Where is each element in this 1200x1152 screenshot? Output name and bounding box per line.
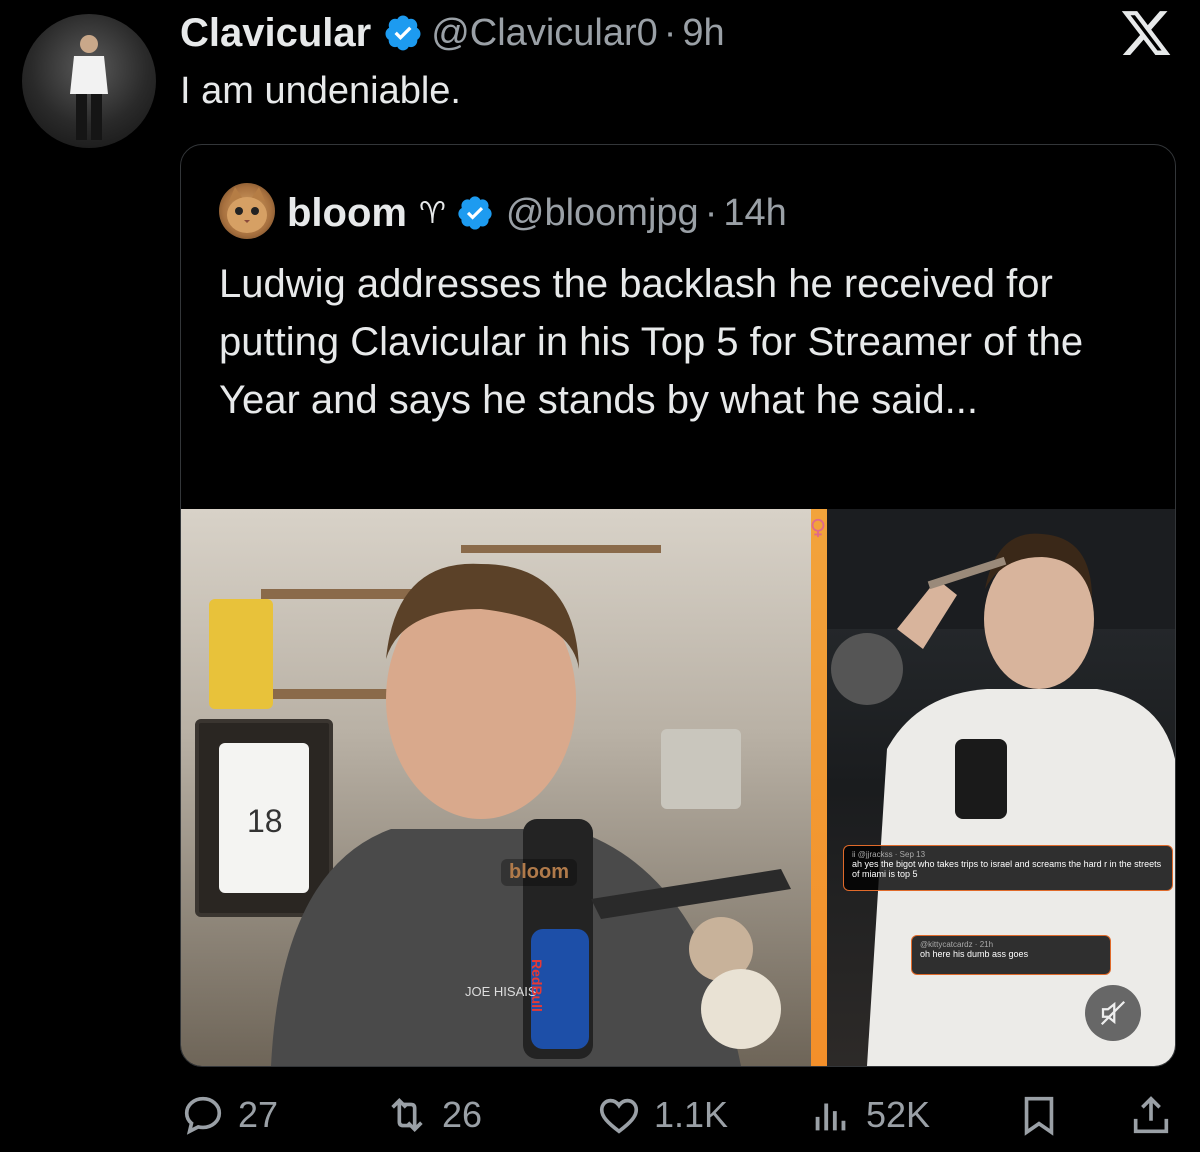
author-handle[interactable]: @Clavicular0 [431, 12, 658, 55]
views-button[interactable]: 52K [808, 1088, 930, 1142]
quoted-author-avatar[interactable] [219, 183, 275, 239]
quoted-author-display-name[interactable]: bloom [287, 191, 407, 236]
streamer-person [271, 563, 791, 1066]
share-icon [1133, 1096, 1169, 1134]
video-player[interactable]: 18 bloom JOE HISAIS RedBull ii @jjrackss… [181, 509, 1175, 1066]
mute-button[interactable] [1085, 985, 1141, 1041]
quoted-tweet-text: Ludwig addresses the backlash he receive… [219, 262, 1084, 422]
views-chart-icon [815, 1103, 846, 1131]
clavicular-video-frame: ii @jjrackss · Sep 13 ah yes the bigot w… [827, 509, 1175, 1066]
tweet-header: Clavicular @Clavicular0 · 9h [180, 8, 725, 58]
embedded-reply-card: @kittycatcardz · 21h oh here his dumb as… [911, 935, 1111, 975]
repost-button[interactable]: 26 [384, 1088, 482, 1142]
bookmark-icon [1024, 1096, 1054, 1136]
like-count: 1.1K [654, 1094, 729, 1135]
quoted-tweet-timestamp[interactable]: 14h [723, 192, 786, 235]
embedded-post-card: ii @jjrackss · Sep 13 ah yes the bigot w… [843, 845, 1173, 891]
quoted-tweet-header: bloom ♈ @bloomjpg · 14h [287, 185, 787, 241]
view-count: 52K [866, 1094, 931, 1135]
embedded-reply-text: oh here his dumb ass goes [920, 949, 1029, 959]
tweet-action-bar: 27 26 1.1K 52K [180, 1088, 1174, 1142]
tweet-text: I am undeniable. [180, 70, 461, 112]
x-logo-icon [1121, 11, 1171, 55]
split-divider [811, 509, 827, 1066]
verified-badge-icon [458, 196, 492, 230]
repost-icon [391, 1098, 423, 1132]
gender-symbol-icon [811, 518, 825, 538]
share-button[interactable] [1128, 1088, 1186, 1142]
like-button[interactable]: 1.1K [596, 1088, 728, 1142]
reply-count: 27 [238, 1094, 279, 1135]
reply-icon [184, 1096, 222, 1135]
quoted-author-handle[interactable]: @bloomjpg [506, 192, 699, 235]
tweet-timestamp[interactable]: 9h [682, 12, 724, 55]
clavicular-person [827, 509, 1175, 1066]
quoted-header-separator: · [704, 191, 718, 234]
quoted-tweet[interactable]: bloom ♈ @bloomjpg · 14h Ludwig addresses… [180, 144, 1176, 1067]
header-separator: · [663, 11, 677, 54]
cat-avatar-image [227, 187, 267, 233]
bookmark-button[interactable] [1016, 1088, 1074, 1142]
avatar-figure [70, 35, 108, 140]
shirt-text: JOE HISAIS [465, 984, 537, 999]
reply-button[interactable]: 27 [180, 1088, 278, 1142]
verified-badge-icon [385, 15, 421, 51]
aries-symbol-icon: ♈ [418, 196, 446, 230]
streamer-video-frame: 18 bloom JOE HISAIS RedBull [181, 509, 811, 1066]
embedded-post-text: ah yes the bigot who takes trips to isra… [852, 859, 1162, 879]
heart-icon [599, 1098, 639, 1134]
author-avatar[interactable] [22, 14, 156, 148]
bloom-watermark: bloom [501, 859, 577, 886]
redbull-can-label: RedBull [529, 959, 545, 1012]
speaker-muted-icon [1100, 1000, 1126, 1026]
embedded-reply-meta: @kittycatcardz · 21h [920, 940, 994, 949]
author-display-name[interactable]: Clavicular [180, 11, 371, 56]
embedded-post-meta: ii @jjrackss · Sep 13 [852, 850, 926, 859]
repost-count: 26 [442, 1094, 483, 1135]
